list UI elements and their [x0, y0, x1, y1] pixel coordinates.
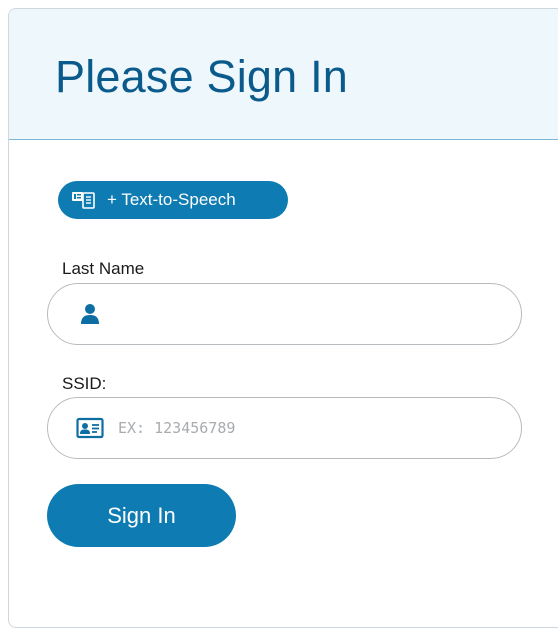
text-to-speech-label: + Text-to-Speech — [107, 190, 236, 209]
last-name-label: Last Name — [62, 259, 145, 278]
page-title: Please Sign In — [55, 51, 348, 102]
last-name-input[interactable] — [116, 293, 497, 335]
ssid-label: SSID: — [62, 374, 107, 393]
sign-in-button[interactable]: Sign In — [47, 484, 236, 547]
text-to-speech-button[interactable]: + Text-to-Speech — [58, 181, 288, 219]
text-to-speech-icon — [72, 192, 95, 209]
last-name-field-wrapper[interactable] — [47, 283, 522, 345]
card-header: Please Sign In — [9, 9, 558, 140]
ssid-field-wrapper[interactable] — [47, 397, 522, 459]
ssid-input[interactable] — [116, 407, 497, 449]
id-card-icon — [76, 417, 104, 439]
person-icon — [81, 304, 99, 324]
